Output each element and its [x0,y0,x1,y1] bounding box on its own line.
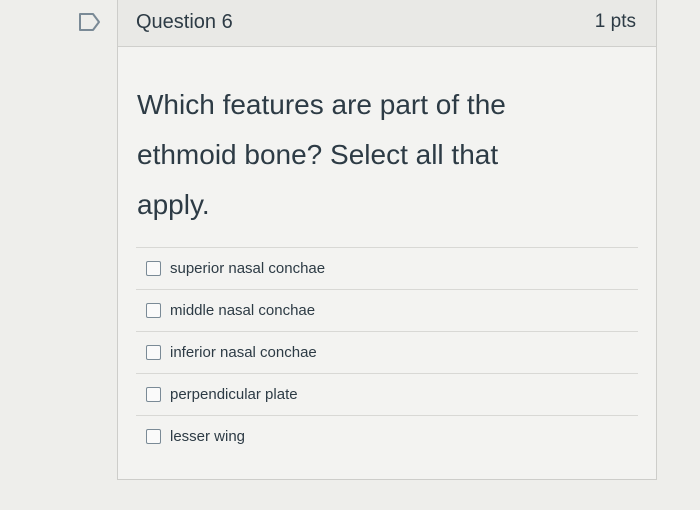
answer-checkbox[interactable] [146,387,161,402]
answer-option[interactable]: inferior nasal conchae [136,331,638,373]
answer-option[interactable]: lesser wing [136,415,638,457]
answer-option[interactable]: perpendicular plate [136,373,638,415]
quiz-page: Question 6 1 pts Which features are part… [0,0,700,510]
flag-question-icon[interactable] [78,12,102,32]
question-card: Question 6 1 pts Which features are part… [117,0,657,480]
answer-list: superior nasal conchae middle nasal conc… [136,247,638,457]
answer-label[interactable]: perpendicular plate [170,386,298,403]
answer-label[interactable]: lesser wing [170,428,245,445]
question-title: Question 6 [136,11,233,33]
answer-checkbox[interactable] [146,303,161,318]
answer-checkbox[interactable] [146,261,161,276]
question-prompt-line: ethmoid bone? Select all that [137,139,499,170]
question-header: Question 6 1 pts [118,0,656,47]
question-prompt-line: apply. [137,189,210,220]
answer-checkbox[interactable] [146,429,161,444]
answer-option[interactable]: middle nasal conchae [136,289,638,331]
answer-label[interactable]: superior nasal conchae [170,260,325,277]
answer-label[interactable]: inferior nasal conchae [170,344,317,361]
question-prompt: Which features are part of the ethmoid b… [137,80,597,230]
answer-checkbox[interactable] [146,345,161,360]
question-points: 1 pts [594,11,636,32]
question-prompt-line: Which features are part of the [137,89,506,120]
answer-label[interactable]: middle nasal conchae [170,302,315,319]
answer-option[interactable]: superior nasal conchae [136,247,638,289]
